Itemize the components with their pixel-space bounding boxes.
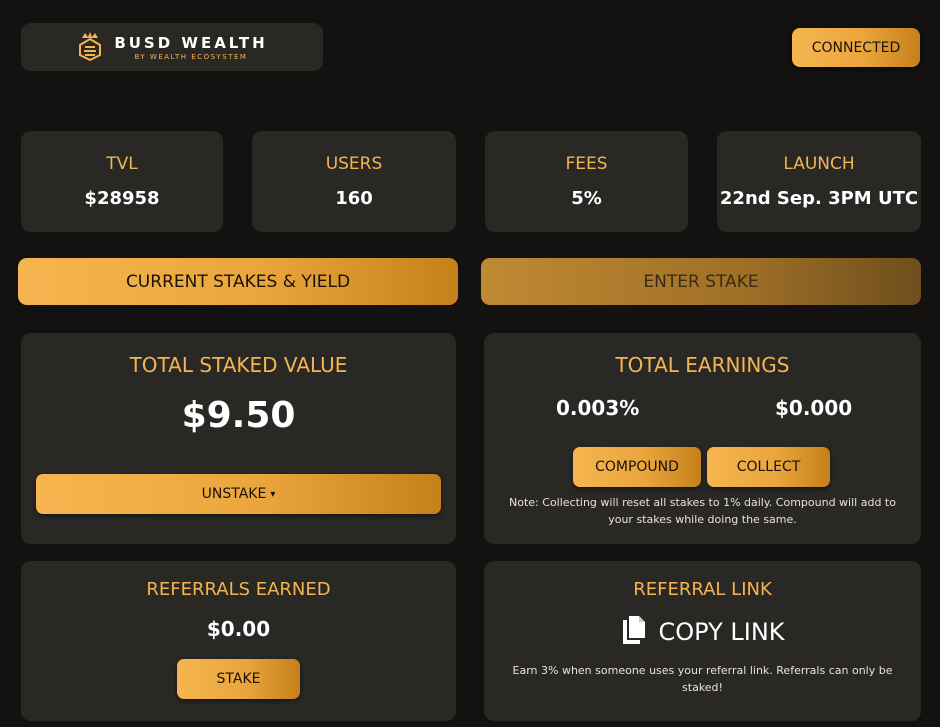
crown-bee-icon	[76, 29, 104, 65]
copy-link-label: COPY LINK	[658, 618, 785, 646]
stat-card-tvl: TVL $28958	[21, 131, 223, 232]
earnings-amount: $0.000	[775, 396, 853, 420]
collect-button[interactable]: COLLECT	[707, 447, 830, 487]
stat-card-users: USERS 160	[252, 131, 456, 232]
stat-label: FEES	[565, 154, 608, 174]
referrals-earned-panel: REFERRALS EARNED $0.00 STAKE	[21, 561, 456, 721]
stat-card-launch: LAUNCH 22nd Sep. 3PM UTC	[717, 131, 921, 232]
chevron-down-icon: ▾	[270, 488, 276, 500]
total-earnings-panel: TOTAL EARNINGS 0.003% $0.000 COMPOUND CO…	[484, 333, 921, 544]
stat-label: TVL	[106, 154, 138, 174]
earnings-note: Note: Collecting will reset all stakes t…	[509, 496, 896, 526]
total-staked-panel: TOTAL STAKED VALUE $9.50 UNSTAKE ▾	[21, 333, 456, 544]
panel-title: REFERRALS EARNED	[146, 579, 331, 600]
copy-link-button[interactable]: COPY LINK	[484, 615, 921, 649]
staked-value: $9.50	[181, 395, 296, 436]
stat-value: 5%	[571, 188, 602, 209]
tab-enter-stake[interactable]: ENTER STAKE	[481, 258, 921, 305]
brand-title: BUSD WEALTH	[114, 33, 268, 52]
stat-label: LAUNCH	[783, 154, 855, 174]
referrals-value: $0.00	[206, 617, 271, 641]
compound-button[interactable]: COMPOUND	[573, 447, 701, 487]
earnings-percent: 0.003%	[556, 396, 640, 420]
brand-subtitle: BY WEALTH ECOSYSTEM	[134, 52, 248, 61]
tab-current-stakes[interactable]: CURRENT STAKES & YIELD	[18, 258, 458, 305]
copy-icon	[620, 615, 646, 649]
stat-card-fees: FEES 5%	[485, 131, 688, 232]
panel-title: REFERRAL LINK	[633, 579, 772, 600]
panel-title: TOTAL EARNINGS	[615, 353, 790, 377]
stat-value: $28958	[84, 188, 160, 209]
unstake-label: UNSTAKE	[201, 486, 267, 502]
panel-title: TOTAL STAKED VALUE	[129, 353, 348, 377]
stake-button[interactable]: STAKE	[177, 659, 300, 699]
stat-value: 22nd Sep. 3PM UTC	[719, 188, 919, 209]
referral-link-panel: REFERRAL LINK COPY LINK Earn 3% when som…	[484, 561, 921, 721]
stat-label: USERS	[325, 154, 383, 174]
brand-logo-box[interactable]: BUSD WEALTH BY WEALTH ECOSYSTEM	[21, 23, 323, 71]
stat-value: 160	[335, 188, 373, 209]
referral-note: Earn 3% when someone uses your referral …	[512, 664, 893, 694]
unstake-button[interactable]: UNSTAKE ▾	[36, 474, 441, 514]
connected-button[interactable]: CONNECTED	[792, 28, 920, 67]
